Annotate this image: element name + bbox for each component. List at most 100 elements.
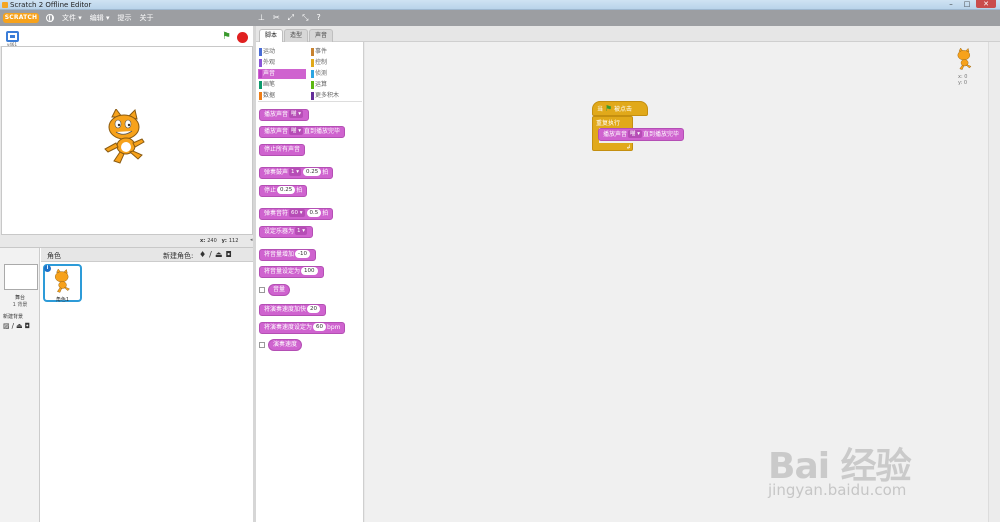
paint-sprite-icon[interactable]: / (209, 250, 212, 259)
category-operators[interactable]: 运算 (310, 80, 358, 90)
baidu-watermark: Bai 经验 jingyan.baidu.com (768, 415, 958, 505)
block-palette: 运动 事件 外观 控制 声音 侦测 画笔 运算 数据 更多积木 播放声音喵 ▾ … (256, 42, 364, 522)
menu-file[interactable]: 文件 ▾ (62, 13, 82, 23)
beats-input[interactable]: 0.25 (277, 186, 296, 194)
tab-scripts[interactable]: 脚本 (259, 29, 284, 42)
new-sprite-label: 新建角色: (163, 252, 194, 260)
sprites-header: 角色 新建角色: ♦ / ⏏ ◘ (41, 248, 253, 262)
maximize-button[interactable]: □ (960, 0, 974, 8)
category-data[interactable]: 数据 (258, 91, 306, 101)
menu-edit[interactable]: 编辑 ▾ (90, 13, 110, 23)
menu-tips[interactable]: 提示 (118, 13, 132, 23)
block-stop-all-sounds[interactable]: 停止所有声音 (259, 144, 306, 156)
sprite-thumbnail[interactable]: i 角色1 (43, 264, 82, 303)
block-change-tempo[interactable]: 将演奏速度加快 20 (259, 304, 327, 316)
stop-button[interactable] (237, 32, 248, 43)
forever-label: 重复执行 (596, 120, 621, 127)
volume-input[interactable]: 100 (301, 267, 318, 275)
paint-backdrop-icon[interactable]: / (12, 322, 14, 330)
backdrop-library-icon[interactable]: ▨ (3, 322, 10, 330)
category-sound[interactable]: 声音 (258, 69, 306, 79)
category-pen[interactable]: 画笔 (258, 80, 306, 90)
category-color-bar (259, 92, 262, 100)
green-flag-icon[interactable]: ⚑ (222, 31, 231, 42)
language-globe-icon[interactable] (46, 14, 54, 22)
editor-tabs: 脚本 造型 声音 (256, 26, 1000, 42)
sprite-info-icon[interactable]: i (44, 265, 51, 272)
stage-canvas[interactable] (1, 46, 253, 235)
upload-sprite-icon[interactable]: ⏏ (215, 250, 223, 259)
category-control[interactable]: 控制 (310, 58, 358, 68)
collapse-arrow-icon[interactable]: ◂ (250, 237, 253, 243)
block-play-note[interactable]: 弹奏音符 60 ▾ 0.5 拍 (259, 208, 334, 220)
scratch-logo[interactable]: SCRATCH (3, 13, 39, 23)
category-color-bar (311, 92, 314, 100)
when-flag-clicked-block[interactable]: 当 ⚑ 被点击 (592, 101, 648, 116)
category-motion[interactable]: 运动 (258, 47, 306, 57)
delete-scissors-icon[interactable]: ✂ (273, 13, 280, 22)
category-color-bar (311, 59, 314, 67)
current-sprite-icon (957, 48, 972, 70)
camera-sprite-icon[interactable]: ◘ (225, 250, 231, 259)
tab-costumes[interactable]: 造型 (284, 29, 309, 42)
shrink-icon[interactable]: ⤡ (302, 13, 308, 22)
sound-dropdown[interactable]: 喵 ▾ (289, 110, 304, 118)
category-color-bar (311, 48, 314, 56)
block-set-tempo[interactable]: 将演奏速度设定为 60 bpm (259, 322, 346, 334)
volume-monitor-checkbox[interactable] (259, 287, 265, 293)
block-play-sound[interactable]: 播放声音喵 ▾ (259, 109, 310, 121)
stage-thumbnail[interactable] (4, 264, 38, 290)
presentation-mode-icon[interactable] (6, 31, 19, 42)
volume-change-input[interactable]: -10 (295, 250, 310, 258)
upload-backdrop-icon[interactable]: ⏏ (16, 322, 23, 330)
script-play-sound-until-done[interactable]: 播放声音喵 ▾ 直到播放完毕 (598, 128, 685, 141)
block-set-instrument[interactable]: 设定乐器为 1 ▾ (259, 226, 314, 238)
tempo-monitor-checkbox[interactable] (259, 342, 265, 348)
grow-icon[interactable]: ⤢ (288, 13, 294, 22)
sound-dropdown[interactable]: 喵 ▾ (289, 127, 304, 135)
category-more-blocks[interactable]: 更多积木 (310, 91, 358, 101)
window-title: Scratch 2 Offline Editor (10, 1, 92, 9)
category-color-bar (311, 81, 314, 89)
sprite-pane: 舞台 1 背景 新建背景 ▨ / ⏏ ◘ 角色 新建角色: ♦ / ⏏ ◘ i … (0, 247, 253, 522)
category-sensing[interactable]: 侦测 (310, 69, 358, 79)
drum-dropdown[interactable]: 1 ▾ (289, 168, 302, 176)
sprite-library-icon[interactable]: ♦ (199, 250, 206, 259)
close-button[interactable]: ✕ (976, 0, 996, 8)
note-dropdown[interactable]: 60 ▾ (289, 209, 305, 217)
block-change-volume[interactable]: 将音量增加 -10 (259, 249, 316, 261)
menu-about[interactable]: 关于 (140, 13, 154, 23)
new-backdrop-tools: ▨ / ⏏ ◘ (3, 322, 30, 330)
block-rest[interactable]: 停止 0.25 拍 (259, 185, 308, 197)
tempo-input[interactable]: 60 (313, 323, 327, 331)
beats-input[interactable]: 0.25 (303, 168, 322, 176)
help-icon[interactable]: ? (316, 13, 320, 22)
block-play-drum[interactable]: 弹奏鼓声 1 ▾ 0.25 拍 (259, 167, 334, 179)
instrument-dropdown[interactable]: 1 ▾ (295, 227, 308, 235)
category-events[interactable]: 事件 (310, 47, 358, 57)
category-looks[interactable]: 外观 (258, 58, 306, 68)
scripts-scrollbar[interactable] (988, 42, 1000, 522)
tab-sounds[interactable]: 声音 (309, 29, 334, 42)
sprite-name: 角色1 (55, 297, 70, 303)
block-volume-reporter[interactable]: 音量 (268, 284, 291, 296)
mouse-x: 240 (207, 238, 217, 244)
duplicate-stamp-icon[interactable]: ⊥ (258, 13, 265, 22)
sprites-title: 角色 (47, 252, 61, 260)
beats-input[interactable]: 0.5 (306, 209, 322, 217)
category-color-bar (259, 48, 262, 56)
new-backdrop-label: 新建背景 (3, 314, 24, 320)
sound-dropdown[interactable]: 喵 ▾ (628, 130, 643, 138)
minimize-button[interactable]: – (944, 0, 958, 8)
green-flag-icon: ⚑ (604, 104, 613, 113)
category-color-bar (259, 70, 262, 78)
cat-sprite[interactable] (102, 109, 152, 169)
block-play-sound-until-done[interactable]: 播放声音喵 ▾ 直到播放完毕 (259, 126, 346, 138)
block-set-volume[interactable]: 将音量设定为 100 (259, 266, 324, 278)
cat-thumbnail-icon (54, 269, 70, 293)
toolbar: ⊥ ✂ ⤢ ⤡ ? (258, 13, 321, 22)
tempo-change-input[interactable]: 20 (307, 305, 321, 313)
camera-backdrop-icon[interactable]: ◘ (25, 322, 31, 330)
window-title-bar: Scratch 2 Offline Editor – □ ✕ (0, 0, 1000, 10)
block-tempo-reporter[interactable]: 演奏速度 (268, 339, 303, 351)
